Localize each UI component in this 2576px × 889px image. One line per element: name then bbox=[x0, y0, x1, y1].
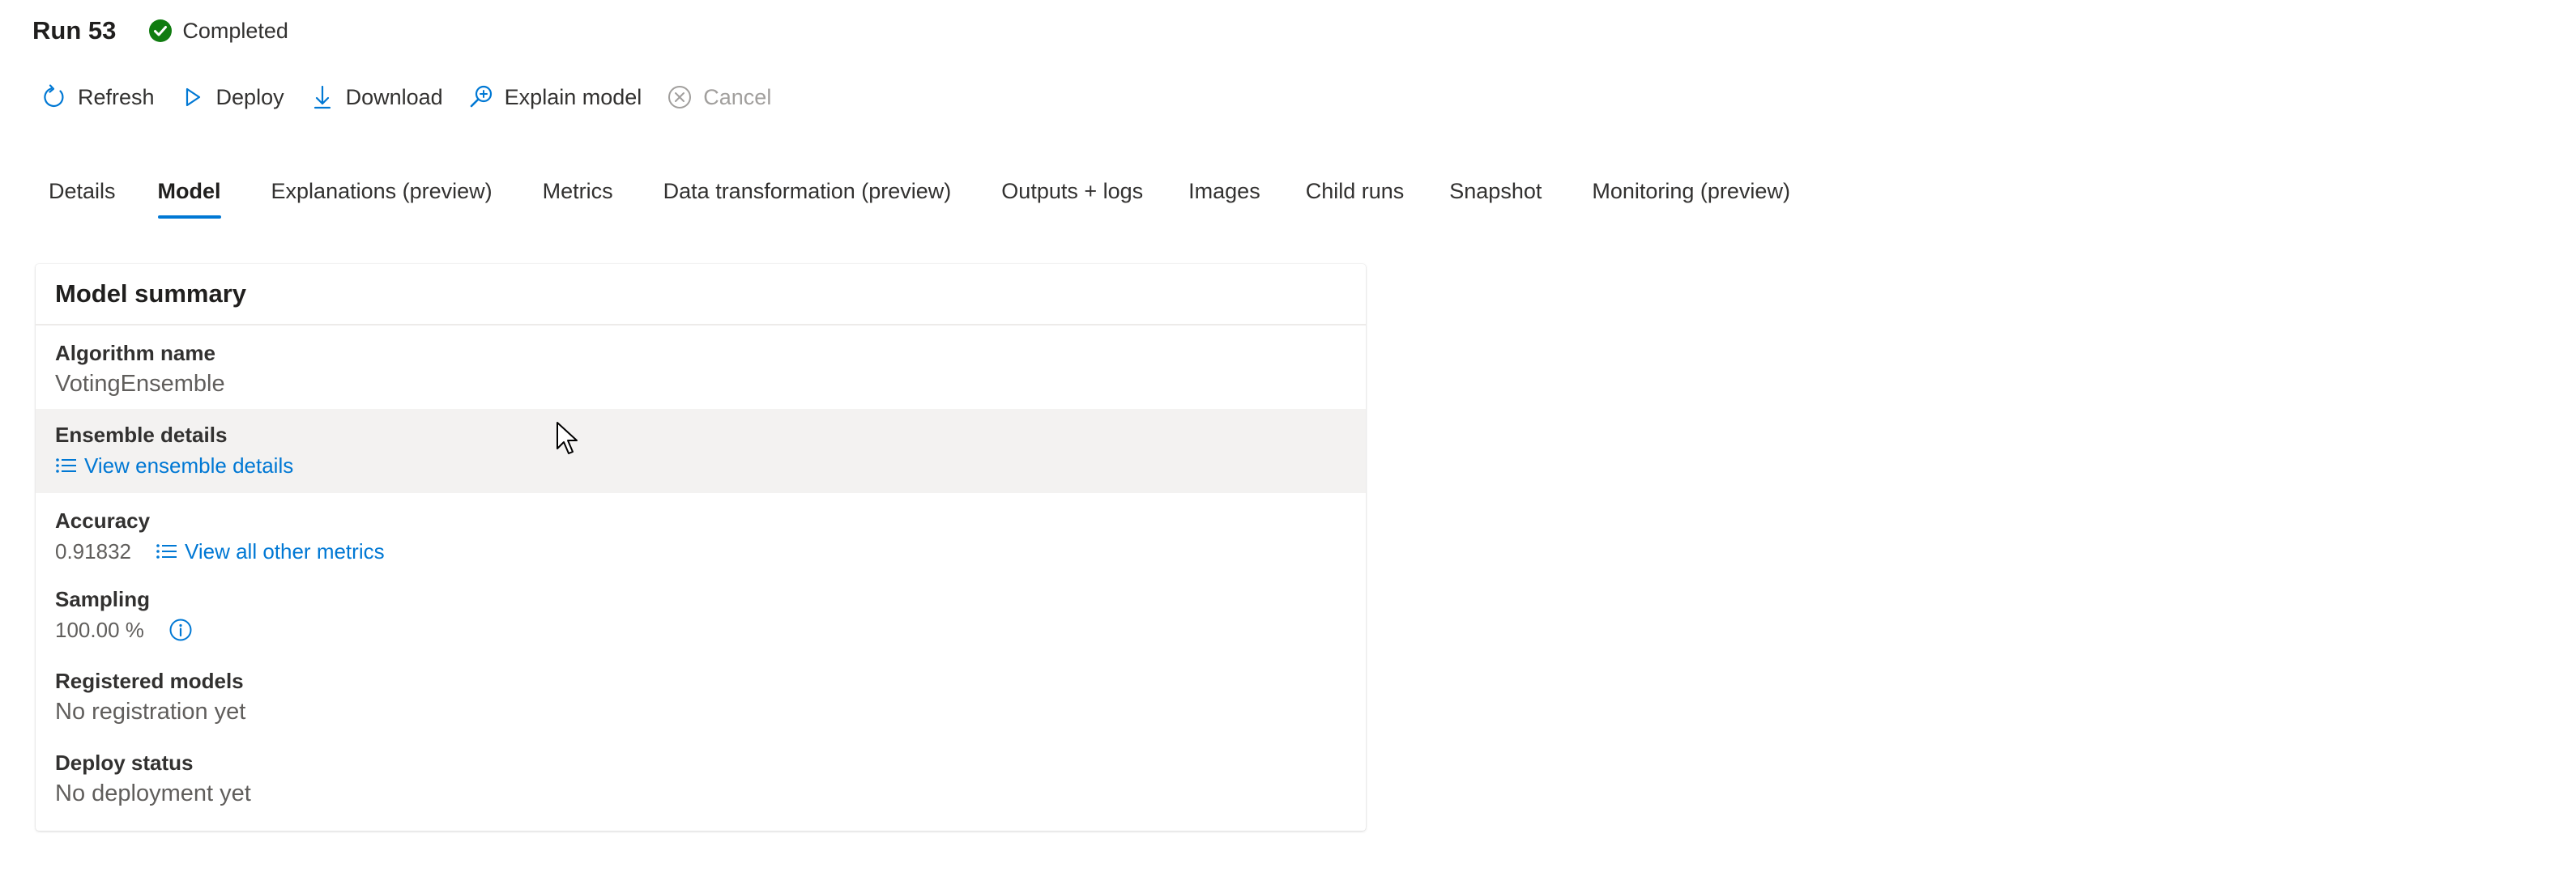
sampling-value: 100.00 % bbox=[55, 617, 144, 642]
ensemble-value: View ensemble details bbox=[55, 448, 1366, 483]
view-ensemble-details-label: View ensemble details bbox=[84, 453, 294, 478]
tab-metrics[interactable]: Metrics bbox=[543, 160, 613, 222]
explain-icon bbox=[467, 83, 495, 111]
accuracy-value: 0.91832 bbox=[55, 538, 131, 564]
list-icon bbox=[55, 457, 78, 474]
tab-snapshot[interactable]: Snapshot bbox=[1449, 160, 1542, 222]
cancel-button[interactable]: Cancel bbox=[666, 83, 771, 111]
download-button[interactable]: Download bbox=[309, 83, 443, 111]
registered-models-row: Registered models No registration yet bbox=[36, 660, 1366, 743]
ensemble-label: Ensemble details bbox=[55, 423, 228, 447]
registered-models-value: No registration yet bbox=[55, 698, 246, 725]
tab-details[interactable]: Details bbox=[49, 160, 116, 222]
sampling-row: Sampling 100.00 % bbox=[36, 576, 1366, 660]
view-all-other-metrics-link[interactable]: View all other metrics bbox=[156, 539, 385, 564]
tab-explanations[interactable]: Explanations (preview) bbox=[271, 160, 493, 222]
status-text: Completed bbox=[182, 18, 288, 43]
status-badge: Completed bbox=[148, 19, 288, 44]
run-header: Run 53 Completed bbox=[32, 13, 288, 49]
tab-monitoring[interactable]: Monitoring (preview) bbox=[1592, 160, 1790, 222]
accuracy-row: Accuracy 0.91832 View all other metrics bbox=[36, 493, 1366, 576]
deploy-status-label: Deploy status bbox=[55, 751, 194, 775]
tab-outputs-logs[interactable]: Outputs + logs bbox=[1001, 160, 1143, 222]
tab-data-transformation[interactable]: Data transformation (preview) bbox=[663, 160, 952, 222]
explain-model-label: Explain model bbox=[504, 84, 642, 109]
algorithm-value: VotingEnsemble bbox=[55, 370, 225, 397]
cancel-label: Cancel bbox=[703, 84, 772, 109]
tab-child-runs[interactable]: Child runs bbox=[1306, 160, 1405, 222]
check-circle-icon bbox=[148, 19, 173, 43]
view-all-other-metrics-label: View all other metrics bbox=[184, 538, 385, 564]
tab-model[interactable]: Model bbox=[157, 160, 221, 222]
run-details-page: Run 53 Completed Refresh Deploy Download… bbox=[0, 0, 2576, 889]
ensemble-row: Ensemble details View ensemble details bbox=[36, 409, 1366, 493]
run-tabs: Details Model Explanations (preview) Met… bbox=[32, 160, 1790, 222]
command-bar: Refresh Deploy Download Explain model Ca… bbox=[41, 78, 795, 117]
algorithm-label: Algorithm name bbox=[55, 341, 215, 365]
download-icon bbox=[309, 83, 336, 111]
model-summary-card: Model summary Algorithm name VotingEnsem… bbox=[36, 264, 1366, 831]
cancel-icon bbox=[666, 83, 693, 111]
sampling-value-row: 100.00 % bbox=[55, 612, 1366, 648]
deploy-status-row: Deploy status No deployment yet bbox=[36, 743, 1366, 824]
accuracy-label: Accuracy bbox=[55, 508, 151, 533]
download-label: Download bbox=[345, 84, 443, 109]
sampling-label: Sampling bbox=[55, 587, 151, 611]
deploy-label: Deploy bbox=[215, 84, 284, 109]
list-icon bbox=[156, 543, 178, 559]
page-title: Run 53 bbox=[32, 16, 117, 45]
deploy-icon bbox=[179, 83, 207, 111]
mouse-cursor-icon bbox=[556, 421, 580, 457]
algorithm-row: Algorithm name VotingEnsemble bbox=[36, 325, 1366, 409]
refresh-label: Refresh bbox=[78, 84, 155, 109]
model-summary-title: Model summary bbox=[36, 264, 1366, 325]
deploy-button[interactable]: Deploy bbox=[179, 83, 284, 111]
registered-models-label: Registered models bbox=[55, 669, 244, 693]
tab-images[interactable]: Images bbox=[1188, 160, 1260, 222]
deploy-status-value: No deployment yet bbox=[55, 780, 251, 806]
refresh-button[interactable]: Refresh bbox=[41, 83, 155, 111]
accuracy-value-row: 0.91832 View all other metrics bbox=[55, 534, 1366, 569]
view-ensemble-details-link[interactable]: View ensemble details bbox=[55, 453, 293, 479]
info-icon[interactable] bbox=[168, 618, 193, 642]
refresh-icon bbox=[41, 83, 68, 111]
explain-model-button[interactable]: Explain model bbox=[467, 83, 642, 111]
